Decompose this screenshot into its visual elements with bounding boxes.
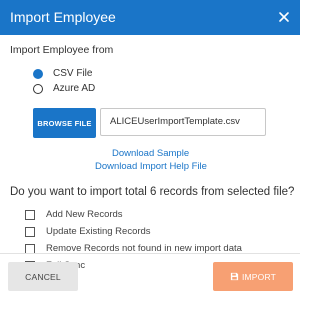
cancel-button[interactable]: CANCEL [8, 262, 78, 291]
dialog-header: Import Employee [0, 0, 300, 35]
close-icon[interactable] [272, 5, 296, 29]
download-sample-link[interactable]: Download Sample [112, 148, 189, 160]
import-question: Do you want to import total 6 records fr… [10, 186, 295, 198]
download-help-link[interactable]: Download Import Help File [95, 161, 207, 173]
import-employee-dialog: Import Employee Import Employee from CSV… [0, 0, 300, 325]
checkbox-label: Add New Records [46, 209, 123, 220]
radio-label-azure: Azure AD [53, 83, 96, 94]
radio-label-csv: CSV File [53, 68, 93, 79]
import-button-label: IMPORT [241, 271, 277, 282]
dialog-title: Import Employee [10, 9, 116, 25]
option-update-existing-records[interactable]: Update Existing Records [25, 225, 151, 239]
checkbox[interactable] [25, 227, 35, 237]
radio-button-selected[interactable] [33, 69, 43, 79]
import-source-label: Import Employee from [10, 44, 114, 56]
radio-button[interactable] [33, 84, 43, 94]
radio-csv-file[interactable]: CSV File [33, 67, 92, 81]
checkbox-label: Update Existing Records [46, 226, 151, 237]
import-button[interactable]: IMPORT [213, 262, 293, 291]
save-icon [230, 272, 239, 281]
footer-divider [0, 253, 300, 254]
option-add-new-records[interactable]: Add New Records [25, 208, 123, 222]
radio-azure-ad[interactable]: Azure AD [33, 82, 95, 96]
checkbox[interactable] [25, 210, 35, 220]
selected-file-field[interactable]: ALICEUserImportTemplate.csv [100, 108, 266, 136]
browse-file-button[interactable]: BROWSE FILE [33, 108, 96, 138]
